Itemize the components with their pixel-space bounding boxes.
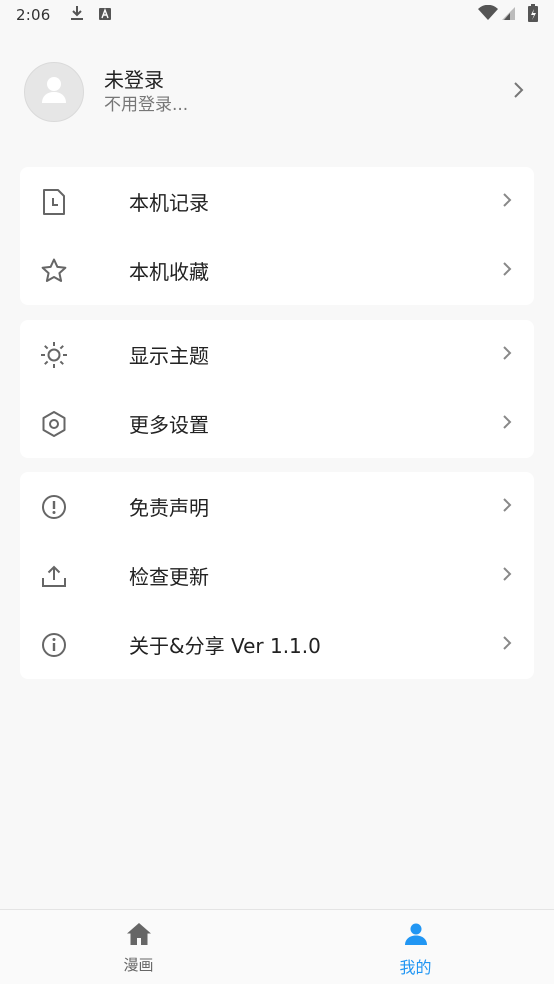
battery-icon	[528, 4, 538, 26]
menu-item-check-update[interactable]: 检查更新	[20, 541, 534, 610]
avatar[interactable]	[24, 62, 84, 122]
menu-item-label: 免责声明	[129, 496, 209, 520]
menu-item-local-favorites[interactable]: 本机收藏	[20, 236, 534, 305]
tab-label: 我的	[399, 958, 432, 977]
chevron-right-icon	[502, 497, 512, 517]
home-icon	[126, 922, 152, 950]
status-time: 2:06	[16, 6, 51, 24]
chevron-right-icon	[512, 81, 524, 103]
chevron-right-icon	[502, 414, 512, 434]
menu-group-settings: 显示主题 更多设置	[20, 320, 534, 458]
profile-subtitle: 不用登录...	[104, 95, 189, 115]
upload-icon	[40, 562, 68, 590]
chevron-right-icon	[502, 261, 512, 281]
menu-item-label: 关于&分享 Ver 1.1.0	[129, 634, 321, 658]
star-icon	[40, 257, 68, 285]
tab-mine[interactable]: 我的	[277, 910, 554, 984]
menu-item-theme[interactable]: 显示主题	[20, 320, 534, 389]
menu-item-label: 更多设置	[129, 413, 209, 437]
keyboard-a-icon	[98, 6, 112, 25]
chevron-right-icon	[502, 566, 512, 586]
chevron-right-icon	[502, 635, 512, 655]
menu-group-about: 免责声明 检查更新 关于&分享 Ver 1.1.0	[20, 472, 534, 679]
chevron-right-icon	[502, 345, 512, 365]
history-file-icon	[40, 188, 68, 216]
menu-item-label: 显示主题	[129, 344, 209, 368]
person-icon	[404, 922, 428, 950]
menu-item-local-history[interactable]: 本机记录	[20, 167, 534, 236]
tab-label: 漫画	[123, 956, 154, 974]
info-icon	[40, 631, 68, 659]
menu-item-label: 本机记录	[129, 191, 209, 215]
menu-item-more-settings[interactable]: 更多设置	[20, 389, 534, 458]
tab-comics[interactable]: 漫画	[0, 910, 277, 984]
sun-icon	[40, 341, 68, 369]
menu-item-disclaimer[interactable]: 免责声明	[20, 472, 534, 541]
wifi-icon	[478, 4, 498, 25]
alert-circle-icon	[40, 493, 68, 521]
menu-item-label: 检查更新	[129, 565, 209, 589]
cell-signal-icon	[502, 5, 516, 25]
chevron-right-icon	[502, 192, 512, 212]
settings-hexagon-icon	[40, 410, 68, 438]
menu-group-records: 本机记录 本机收藏	[20, 167, 534, 305]
download-icon	[70, 5, 84, 25]
bottom-navigation: 漫画 我的	[0, 909, 554, 984]
profile-header[interactable]: 未登录 不用登录...	[0, 52, 554, 132]
status-bar: 2:06	[0, 0, 554, 30]
person-placeholder-icon	[41, 76, 67, 108]
menu-item-about-share[interactable]: 关于&分享 Ver 1.1.0	[20, 610, 534, 679]
menu-item-label: 本机收藏	[129, 260, 209, 284]
profile-name: 未登录	[104, 68, 164, 92]
